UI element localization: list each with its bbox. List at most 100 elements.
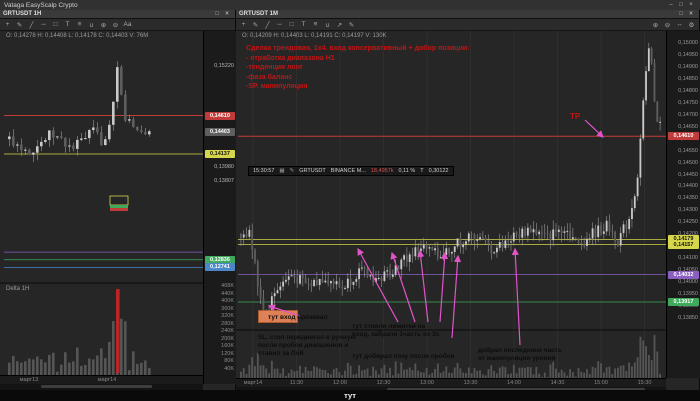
trend-line-icon[interactable]: ╱ [26, 20, 37, 30]
time-axis-1m[interactable]: март14 11:30 12:00 12:30 13:00 13:30 14:00 14:3… [236, 378, 666, 387]
price-tick: 0,14000 [678, 279, 698, 286]
price-tick: 0,14450 [678, 171, 698, 178]
price-axis-1h[interactable]: 0,15220 0,14610 0,14403 0,14137 0,13980 0,138… [203, 31, 236, 384]
font-icon[interactable]: Aa [122, 20, 133, 30]
price-tick: 0,14850 [678, 75, 698, 82]
chart-window-1m: 0,138500,139000,139500,140000,140500,141… [236, 10, 700, 393]
trade-note: тут добирал позу после пробоя [352, 353, 455, 360]
price-tick: 0,14500 [678, 159, 698, 166]
crosshair-icon[interactable]: + [238, 20, 249, 30]
fibonacci-icon[interactable]: ≡ [74, 20, 85, 30]
price-tick: 0,14300 [678, 207, 698, 214]
price-level-label: 0,14610 [668, 132, 699, 141]
info-value: 0,30122 [428, 168, 449, 174]
crosshair-icon[interactable]: + [2, 20, 13, 30]
time-label: 13:30 [463, 380, 478, 386]
chart-icon[interactable]: ▦ [279, 168, 284, 174]
magnet-icon[interactable]: ∪ [322, 20, 333, 30]
text-tool-icon[interactable]: T [62, 20, 73, 30]
price-tick: 0,15000 [678, 39, 698, 46]
edit-icon[interactable]: ✎ [290, 168, 295, 174]
window-maximize-icon[interactable]: □ [212, 11, 222, 17]
price-level-label: 0,14032 [668, 270, 699, 279]
time-label: 12:00 [333, 380, 347, 386]
price-tick: 0,14650 [678, 123, 698, 130]
drawing-toolbar-1h: + ✎ ╱ ─ □ T ≡ ∪ ⊕ ⊖ Aa [0, 19, 235, 31]
trend-line-icon[interactable]: ╱ [262, 20, 273, 30]
window-titlebar-1m[interactable]: GRTUSDT 1M □ × [236, 10, 699, 19]
trade-note: тут стояли лимитки на вход, забрали 1час… [352, 323, 440, 338]
annotation-arrow [417, 249, 429, 323]
annotation-arrow [451, 254, 462, 339]
toolbar-right-group: ⊕ ⊖ ↔ ⚙ [650, 20, 697, 30]
info-exchange: BINANCE М... [330, 168, 366, 174]
annotation-arrow [511, 247, 521, 346]
price-axis-1m[interactable]: 0,138500,139000,139500,140000,140500,141… [666, 31, 700, 378]
zoom-out-icon[interactable]: ⊖ [110, 20, 121, 30]
settings-gear-icon[interactable]: ⚙ [686, 20, 697, 30]
maximize-button[interactable]: □ [676, 2, 686, 8]
window-maximize-icon[interactable]: □ [676, 11, 686, 17]
position-tool-marker [109, 195, 129, 211]
price-level-label: 0,15220 [214, 62, 234, 69]
horizontal-line-icon[interactable]: ─ [274, 20, 285, 30]
time-axis-1h[interactable]: март13 март14 [0, 375, 203, 384]
trade-plan-annotation: Сделка трендовая, 1х4. вход консервативн… [246, 45, 470, 90]
zoom-in-icon[interactable]: ⊕ [98, 20, 109, 30]
app-title: Vataga EasyScalp Crypto [4, 1, 78, 9]
pencil-icon[interactable]: ✎ [14, 20, 25, 30]
time-label: 13:00 [420, 380, 434, 386]
price-tick: 0,13950 [678, 291, 698, 298]
window-close-icon[interactable]: × [686, 11, 696, 17]
candlestick-chart-1h[interactable] [0, 10, 236, 390]
time-label: 15:00 [594, 380, 608, 386]
brush-icon[interactable]: ✎ [346, 20, 357, 30]
price-level-lines [238, 135, 666, 303]
price-tick: 0,13850 [678, 315, 698, 322]
price-tick: 0,14550 [678, 147, 698, 154]
price-tick: 0,14400 [678, 183, 698, 190]
info-tick: Т [420, 168, 424, 174]
symbol-info-widget[interactable]: 15:30:57 ▦ ✎ GRTUSDT BINANCE М... 18,495… [248, 166, 454, 176]
price-tick: 0,14350 [678, 195, 698, 202]
zoom-out-icon[interactable]: ⊖ [662, 20, 673, 30]
annotation-arrow [357, 247, 399, 323]
price-tick: 0,14750 [678, 99, 698, 106]
zoom-in-icon[interactable]: ⊕ [650, 20, 661, 30]
scrollbar-thumb[interactable] [40, 385, 153, 388]
info-symbol: GRTUSDT [299, 168, 326, 174]
price-tick: 0,14900 [678, 63, 698, 70]
chart-window-1h: 0,15220 0,14610 0,14403 0,14137 0,13980 0,138… [0, 10, 236, 390]
price-tick: 0,14100 [678, 255, 698, 262]
trade-note: тут вход прозевал [268, 314, 328, 321]
fit-screen-icon[interactable]: ↔ [674, 20, 685, 30]
time-label: 12:30 [376, 380, 391, 386]
delta-pane-label: Delta 1H [6, 286, 30, 292]
candles [8, 61, 151, 163]
annotation-arrow [439, 251, 449, 323]
window-close-icon[interactable]: × [222, 11, 232, 17]
price-level-label: 0,13807 [214, 177, 234, 184]
trade-note: SL. стоп передвигал в ручную после пробо… [258, 334, 357, 357]
rectangle-icon[interactable]: □ [286, 20, 297, 30]
horizontal-line-icon[interactable]: ─ [38, 20, 49, 30]
minimize-button[interactable]: – [666, 2, 676, 8]
app-titlebar[interactable]: Vataga EasyScalp Crypto – □ × [0, 0, 700, 10]
window-title-1h: GRTUSDT 1H [3, 11, 42, 17]
magnet-icon[interactable]: ∪ [86, 20, 97, 30]
price-level-label: 0,14137 [205, 149, 235, 158]
window-titlebar-1h[interactable]: GRTUSDT 1H □ × [0, 10, 235, 19]
price-tick: 0,14800 [678, 87, 698, 94]
price-tick: 0,14250 [678, 219, 698, 226]
pencil-icon[interactable]: ✎ [250, 20, 261, 30]
fibonacci-icon[interactable]: ≡ [310, 20, 321, 30]
price-level-label: 0,13980 [214, 163, 234, 170]
price-level-label: 0,13917 [668, 298, 699, 306]
close-button[interactable]: × [686, 2, 696, 8]
text-tool-icon[interactable]: T [298, 20, 309, 30]
time-label: март14 [243, 380, 263, 386]
time-label: 14:30 [550, 380, 565, 386]
ruler-icon[interactable]: ↗ [334, 20, 345, 30]
rectangle-icon[interactable]: □ [50, 20, 61, 30]
status-bar: тут [0, 390, 700, 401]
